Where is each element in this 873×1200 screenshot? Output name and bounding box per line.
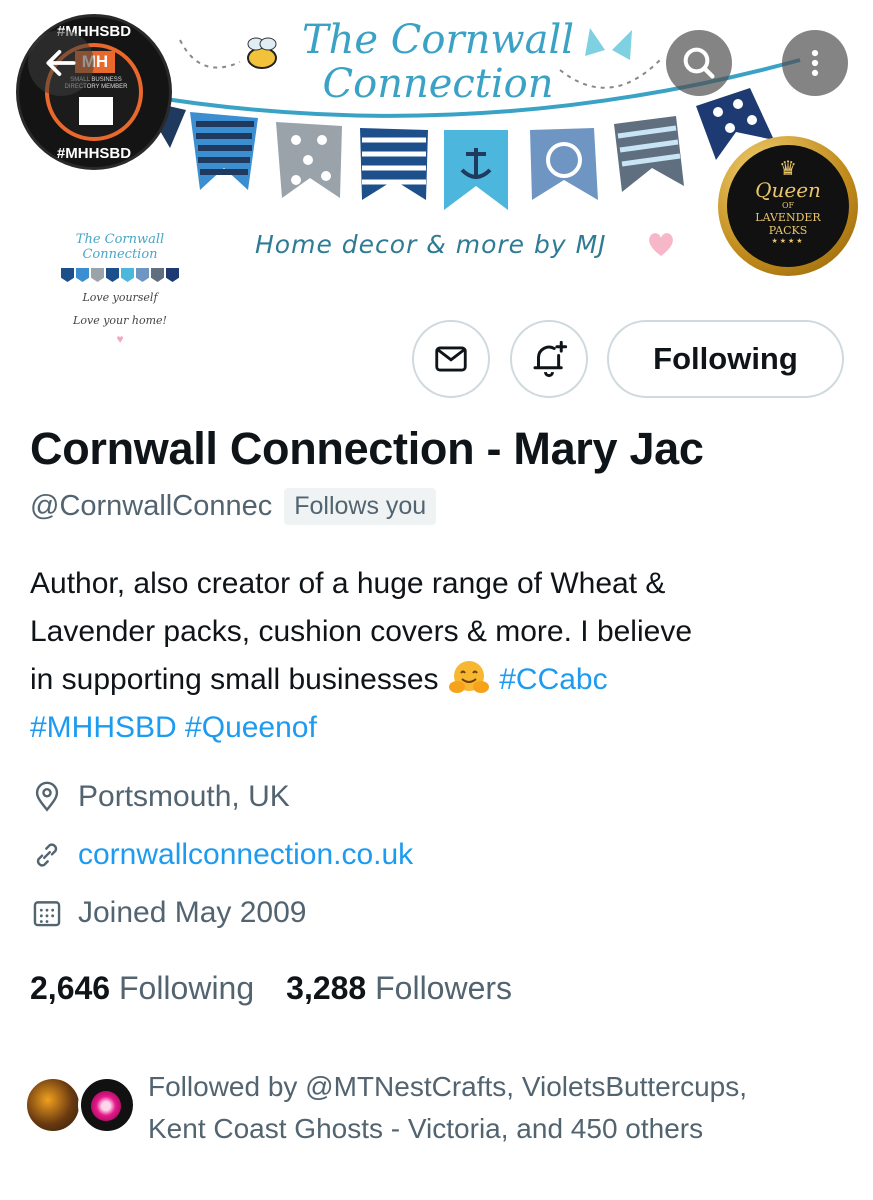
website-row: cornwallconnection.co.uk [30, 838, 413, 872]
banner-tagline: Home decor & more by MJ [255, 230, 607, 259]
search-button[interactable] [666, 30, 732, 96]
followed-by-section[interactable]: Followed by @MTNestCrafts, VioletsButter… [22, 1066, 848, 1150]
following-link[interactable]: 2,646 Following [30, 970, 254, 1006]
queen-of-lavender-badge: ♛ Queen OF LAVENDER PACKS ★★★★ [718, 136, 858, 276]
display-name: Cornwall Connection - Mary Jac [30, 423, 704, 474]
search-icon [683, 47, 715, 79]
follower-avatars [22, 1070, 140, 1136]
hashtag-link[interactable]: #CCabc [499, 663, 607, 696]
more-options-button[interactable] [782, 30, 848, 96]
butterfly-icon [585, 28, 632, 60]
avatar [78, 1076, 136, 1134]
bell-plus-icon [533, 340, 568, 378]
handle-row: @CornwallConnec Follows you [30, 488, 437, 525]
hashtag-link[interactable]: #MHHSBD [30, 711, 177, 744]
more-vertical-icon [811, 49, 819, 77]
profile-avatar[interactable]: The Cornwall Connection Love yourself Lo… [40, 232, 200, 362]
mini-bunting [40, 268, 200, 282]
back-button[interactable] [28, 30, 94, 96]
followed-by-text: Followed by @MTNestCrafts, VioletsButter… [148, 1071, 748, 1144]
location-row: Portsmouth, UK [30, 780, 290, 814]
paper-icon [79, 97, 113, 125]
arrow-left-icon [46, 50, 76, 76]
link-icon [36, 843, 58, 867]
crown-icon: ♛ [779, 158, 797, 180]
heart-icon [649, 233, 673, 256]
username-handle: @CornwallConnec [30, 490, 273, 522]
banner-title: The Cornwall Connection [301, 17, 575, 107]
hugging-face-emoji [448, 661, 489, 693]
follow-stats: 2,646 Following 3,288 Followers [30, 970, 512, 1007]
calendar-icon [33, 901, 61, 927]
location-text: Portsmouth, UK [78, 780, 290, 813]
follows-you-badge: Follows you [284, 488, 437, 525]
bio: Author, also creator of a huge range of … [30, 567, 693, 744]
following-button[interactable]: Following [607, 320, 844, 398]
followers-link[interactable]: 3,288 Followers [286, 970, 512, 1006]
mini-heart-icon: ♥ [116, 332, 124, 346]
website-link[interactable]: cornwallconnection.co.uk [78, 838, 413, 872]
location-pin-icon [35, 781, 59, 812]
message-button[interactable] [412, 320, 490, 398]
bee-icon [247, 37, 277, 69]
notifications-button[interactable] [510, 320, 588, 398]
joined-date: Joined May 2009 [78, 896, 307, 929]
joined-row: Joined May 2009 [30, 896, 307, 930]
hashtag-link[interactable]: #Queenof [185, 711, 317, 744]
avatar [24, 1076, 82, 1134]
mail-icon [435, 346, 467, 372]
